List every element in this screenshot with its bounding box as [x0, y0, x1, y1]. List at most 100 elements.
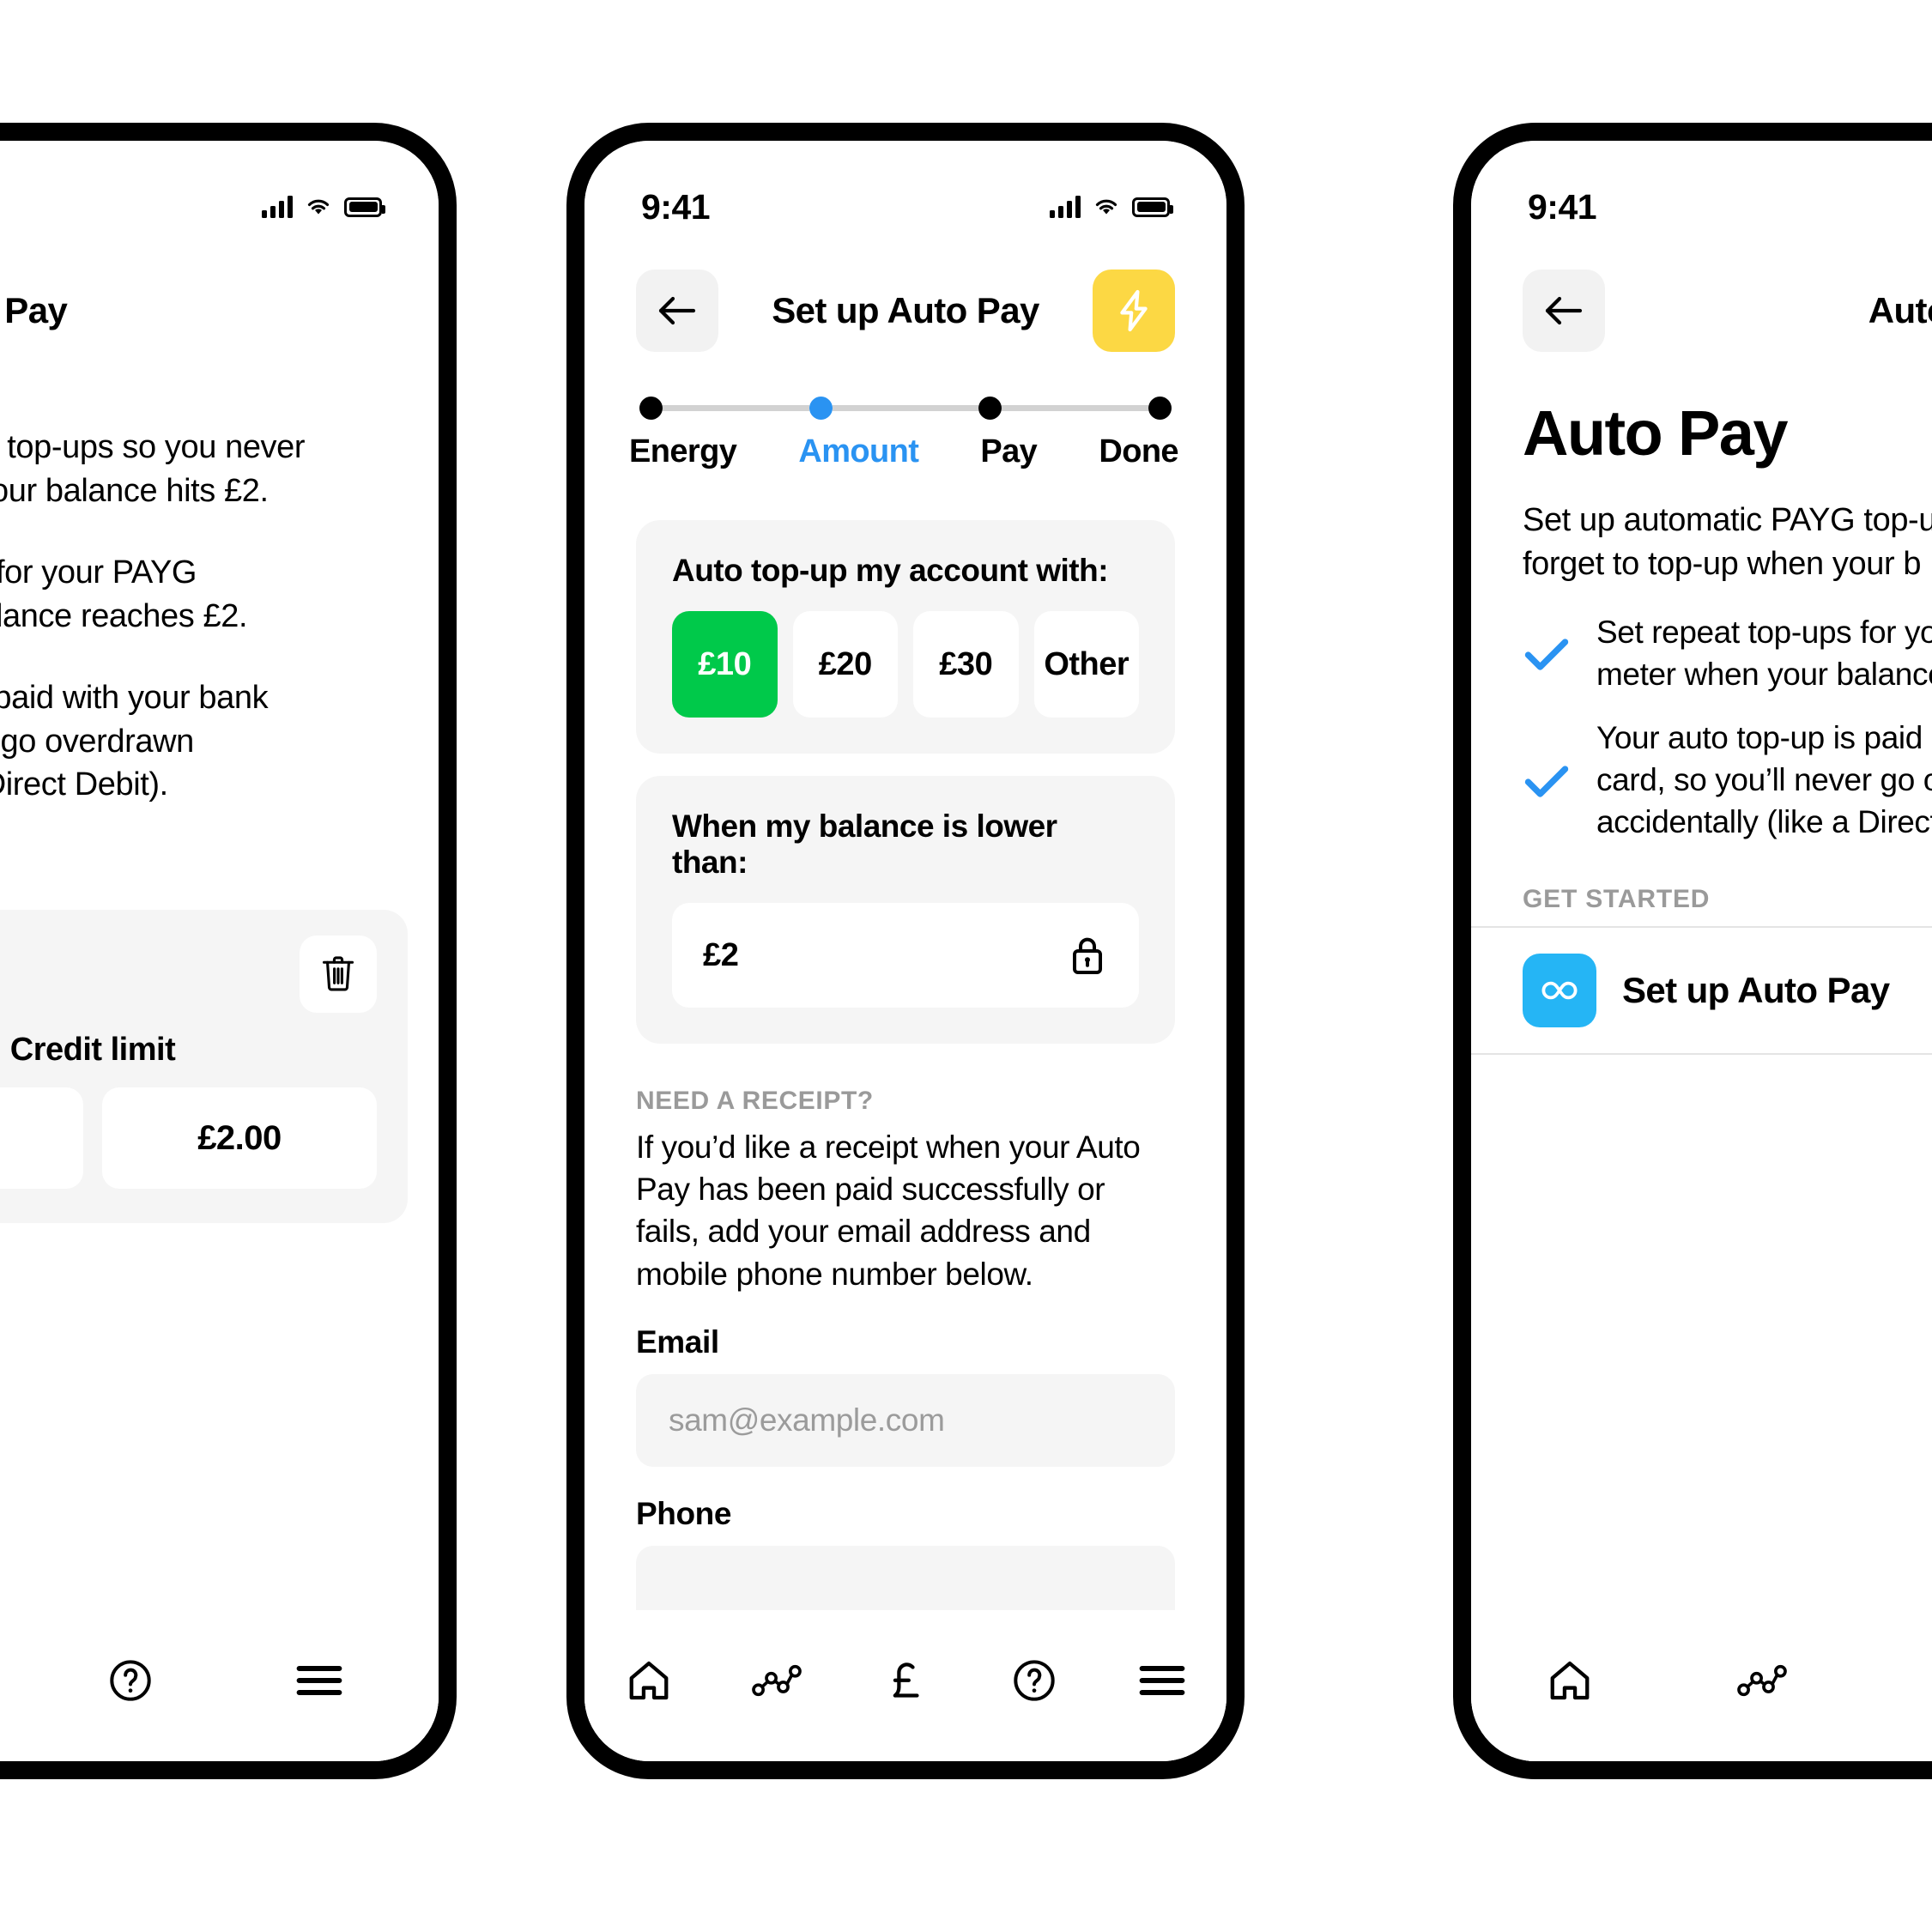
- wifi-icon: [1095, 199, 1117, 215]
- status-bar-center: 9:41: [584, 141, 1226, 244]
- stepper-labels: Energy Amount Pay Done: [629, 433, 1179, 470]
- screen-right: 9:41 Auto Pay Auto Pay Set up automatic …: [1471, 141, 1932, 1761]
- battery-icon: [1132, 197, 1173, 217]
- home-icon: [629, 1661, 669, 1700]
- help-circle-icon: [1013, 1660, 1055, 1701]
- benefit-2-line-1: Your auto top-up is paid: [1596, 720, 1923, 756]
- left-paragraph-1: c PAYG top-ups so you never when your ba…: [0, 426, 439, 513]
- left-p2-line2: your balance reaches £2.: [0, 597, 248, 634]
- battery-icon: [344, 197, 385, 217]
- phone-right: 9:41 Auto Pay Auto Pay Set up automatic …: [1453, 123, 1932, 1779]
- amount-option-30[interactable]: £30: [913, 611, 1019, 718]
- tab-balance[interactable]: [1907, 1646, 1932, 1715]
- credit-limit-field-hidden[interactable]: [0, 1087, 83, 1190]
- amount-options: £10 £20 £30 Other: [672, 611, 1139, 718]
- left-p1-line1: c PAYG top-ups so you never: [0, 429, 306, 465]
- menu-icon: [1139, 1665, 1185, 1696]
- screen-center: 9:41 Set up Auto Pay Energy Amount Pay D…: [584, 141, 1226, 1761]
- list-item-label: Set up Auto Pay: [1622, 969, 1890, 1010]
- step-label-pay: Pay: [980, 433, 1038, 469]
- usage-graph-icon: [1737, 1664, 1787, 1697]
- benefit-item-2: Your auto top-up is paid card, so you’ll…: [1523, 718, 1932, 843]
- tab-home[interactable]: [1523, 1646, 1617, 1715]
- delete-button[interactable]: [300, 936, 377, 1014]
- left-p3-line2: ll never go overdrawn: [0, 723, 194, 760]
- energy-action-button[interactable]: [1093, 270, 1175, 352]
- back-button[interactable]: [1523, 270, 1605, 352]
- tab-home[interactable]: [602, 1646, 696, 1715]
- email-input[interactable]: sam@example.com: [636, 1373, 1175, 1467]
- back-button[interactable]: [636, 270, 718, 352]
- amount-option-10[interactable]: £10: [672, 611, 778, 718]
- check-icon: [1524, 638, 1569, 670]
- step-segment-3: [1002, 405, 1149, 411]
- stepper-track: [639, 397, 1172, 420]
- signal-bars-icon: [262, 196, 293, 218]
- tab-usage[interactable]: [1715, 1646, 1809, 1715]
- step-dot-done[interactable]: [1148, 397, 1172, 420]
- lightning-bolt-icon: [1120, 289, 1148, 332]
- status-clock: 9:41: [1528, 186, 1597, 227]
- credit-limit-fields: £2.00: [0, 1087, 377, 1190]
- left-paragraph-3: o-up is paid with your bank ll never go …: [0, 676, 439, 808]
- screen-left: Auto Pay c PAYG top-ups so you never whe…: [0, 141, 439, 1761]
- credit-limit-title: Credit limit: [9, 1032, 176, 1069]
- page-title-nav: Auto Pay: [1868, 290, 1932, 330]
- phone-label: Phone: [636, 1495, 732, 1531]
- left-p3-line3: (like a Direct Debit).: [0, 766, 168, 803]
- tab-bar-right: [1471, 1610, 1932, 1761]
- list-item-setup-auto-pay[interactable]: Set up Auto Pay: [1471, 925, 1932, 1055]
- tab-menu[interactable]: [1115, 1646, 1209, 1715]
- progress-stepper: Energy Amount Pay Done: [584, 352, 1226, 470]
- benefit-2-line-3: accidentally (like a Direct: [1596, 804, 1932, 840]
- tab-balance[interactable]: [858, 1646, 953, 1715]
- tab-help[interactable]: [987, 1646, 1081, 1715]
- tab-help[interactable]: [83, 1646, 178, 1715]
- page-title: Auto Pay: [0, 290, 68, 330]
- benefit-1-line-1: Set repeat top-ups for yo: [1596, 614, 1932, 650]
- page-title: Set up Auto Pay: [772, 290, 1039, 330]
- threshold-card: When my balance is lower than: £2: [636, 776, 1175, 1044]
- email-label: Email: [636, 1323, 719, 1360]
- step-dot-pay[interactable]: [978, 397, 1002, 420]
- lock-icon: [1073, 937, 1102, 974]
- wifi-icon: [307, 199, 330, 215]
- nav-bar-center: Set up Auto Pay: [584, 244, 1226, 352]
- step-dot-amount[interactable]: [809, 397, 833, 420]
- status-clock: 9:41: [641, 186, 711, 227]
- intro-line-2: forget to top-up when your b: [1523, 545, 1922, 582]
- amount-option-other[interactable]: Other: [1033, 611, 1139, 718]
- step-label-done: Done: [1099, 433, 1178, 469]
- help-circle-icon: [110, 1660, 151, 1701]
- topup-card-title: Auto top-up my account with:: [672, 553, 1109, 588]
- home-icon: [1550, 1661, 1590, 1700]
- trash-icon: [322, 956, 354, 991]
- receipt-body: If you’d like a receipt when your Auto P…: [636, 1130, 1141, 1292]
- back-arrow-icon: [1545, 296, 1583, 325]
- left-p2-line1: op-ups for your PAYG: [0, 554, 197, 591]
- credit-limit-value[interactable]: £2.00: [102, 1087, 377, 1190]
- page-intro: Set up automatic PAYG top-u forget to to…: [1471, 469, 1932, 586]
- benefit-1-line-2: meter when your balance: [1596, 656, 1932, 692]
- step-dot-energy[interactable]: [639, 397, 663, 420]
- step-label-energy: Energy: [629, 433, 737, 469]
- threshold-card-title: When my balance is lower than:: [672, 809, 1057, 880]
- phone-left: Auto Pay c PAYG top-ups so you never whe…: [0, 123, 457, 1779]
- benefit-text-1: Set repeat top-ups for yo meter when you…: [1596, 612, 1932, 696]
- benefits-list: Set repeat top-ups for yo meter when you…: [1471, 586, 1932, 844]
- usage-graph-icon: [752, 1664, 802, 1697]
- tab-usage[interactable]: [730, 1646, 824, 1715]
- phone-center: 9:41 Set up Auto Pay Energy Amount Pay D…: [566, 123, 1245, 1779]
- nav-bar-right: Auto Pay: [1471, 244, 1932, 352]
- amount-option-20[interactable]: £20: [792, 611, 898, 718]
- back-arrow-icon: [658, 296, 696, 325]
- intro-line-1: Set up automatic PAYG top-u: [1523, 502, 1932, 538]
- status-icons: [262, 196, 385, 218]
- tab-menu[interactable]: [272, 1646, 366, 1715]
- threshold-field[interactable]: £2: [672, 903, 1139, 1008]
- benefit-item-1: Set repeat top-ups for yo meter when you…: [1523, 612, 1932, 696]
- receipt-section-label: NEED A RECEIPT?: [636, 1087, 874, 1115]
- menu-icon: [296, 1665, 342, 1696]
- topup-amount-card: Auto top-up my account with: £10 £20 £30…: [636, 520, 1175, 754]
- page-heading: Auto Pay: [1523, 397, 1789, 469]
